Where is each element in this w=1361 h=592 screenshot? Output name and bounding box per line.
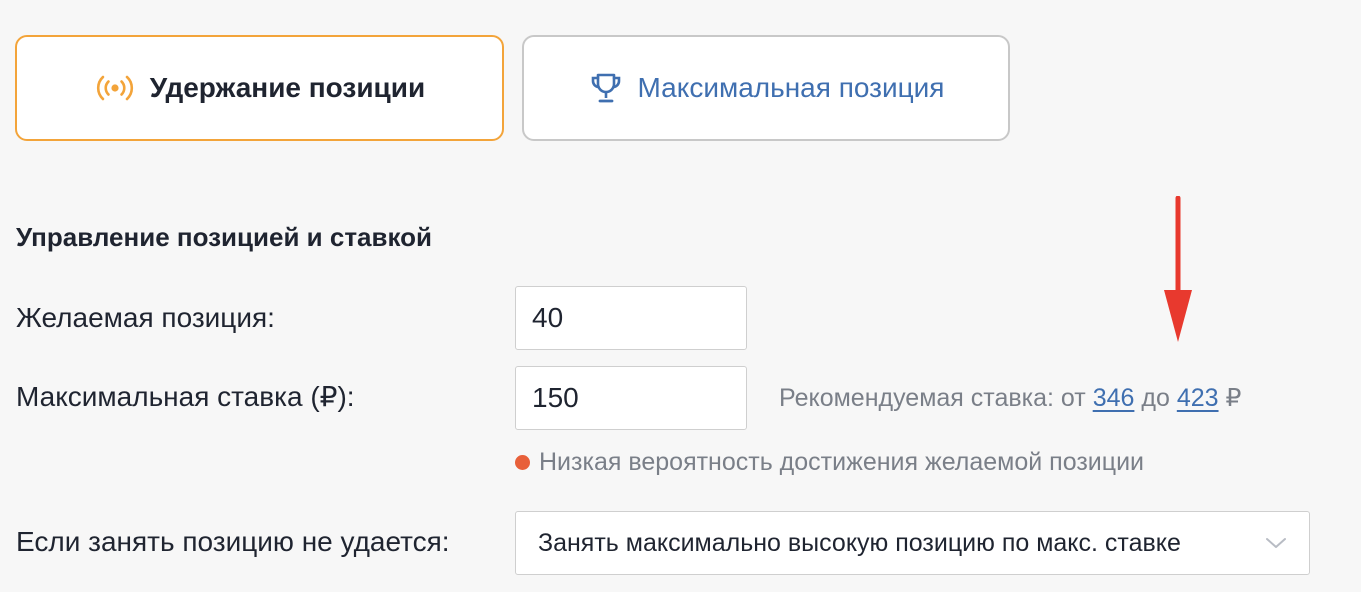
recommended-bid-currency: ₽ bbox=[1225, 384, 1242, 412]
max-bid-input[interactable] bbox=[515, 366, 747, 430]
recommended-bid-prefix: Рекомендуемая ставка: от bbox=[779, 384, 1086, 412]
broadcast-icon bbox=[94, 74, 136, 102]
bid-strategy-panel: Удержание позиции Максимальная позиция У… bbox=[0, 0, 1361, 592]
recommended-bid-to: до bbox=[1141, 384, 1170, 412]
fallback-label: Если занять позицию не удается: bbox=[16, 526, 450, 557]
probability-warning: Низкая вероятность достижения желаемой п… bbox=[515, 448, 1144, 477]
section-title: Управление позицией и ставкой bbox=[16, 222, 433, 252]
warning-dot-icon bbox=[515, 455, 530, 470]
recommended-bid-max-link[interactable]: 423 bbox=[1177, 384, 1219, 412]
tab-max-position-label: Максимальная позиция bbox=[637, 72, 945, 103]
fallback-select-value: Занять максимально высокую позицию по ма… bbox=[538, 528, 1181, 557]
recommended-bid: Рекомендуемая ставка: от 346 до 423 ₽ bbox=[779, 383, 1241, 413]
chevron-down-icon bbox=[1265, 536, 1287, 550]
tab-hold-position-label: Удержание позиции bbox=[149, 72, 426, 103]
annotation-arrow-icon bbox=[1158, 195, 1198, 351]
desired-position-input[interactable] bbox=[515, 286, 747, 350]
trophy-icon bbox=[588, 70, 624, 106]
max-bid-label: Максимальная ставка (₽): bbox=[16, 381, 355, 412]
fallback-select[interactable]: Занять максимально высокую позицию по ма… bbox=[515, 511, 1310, 575]
tab-hold-position[interactable]: Удержание позиции bbox=[15, 35, 504, 141]
tab-max-position[interactable]: Максимальная позиция bbox=[522, 35, 1010, 141]
desired-position-label: Желаемая позиция: bbox=[16, 302, 275, 333]
warning-text: Низкая вероятность достижения желаемой п… bbox=[539, 448, 1145, 476]
recommended-bid-min-link[interactable]: 346 bbox=[1093, 384, 1135, 412]
